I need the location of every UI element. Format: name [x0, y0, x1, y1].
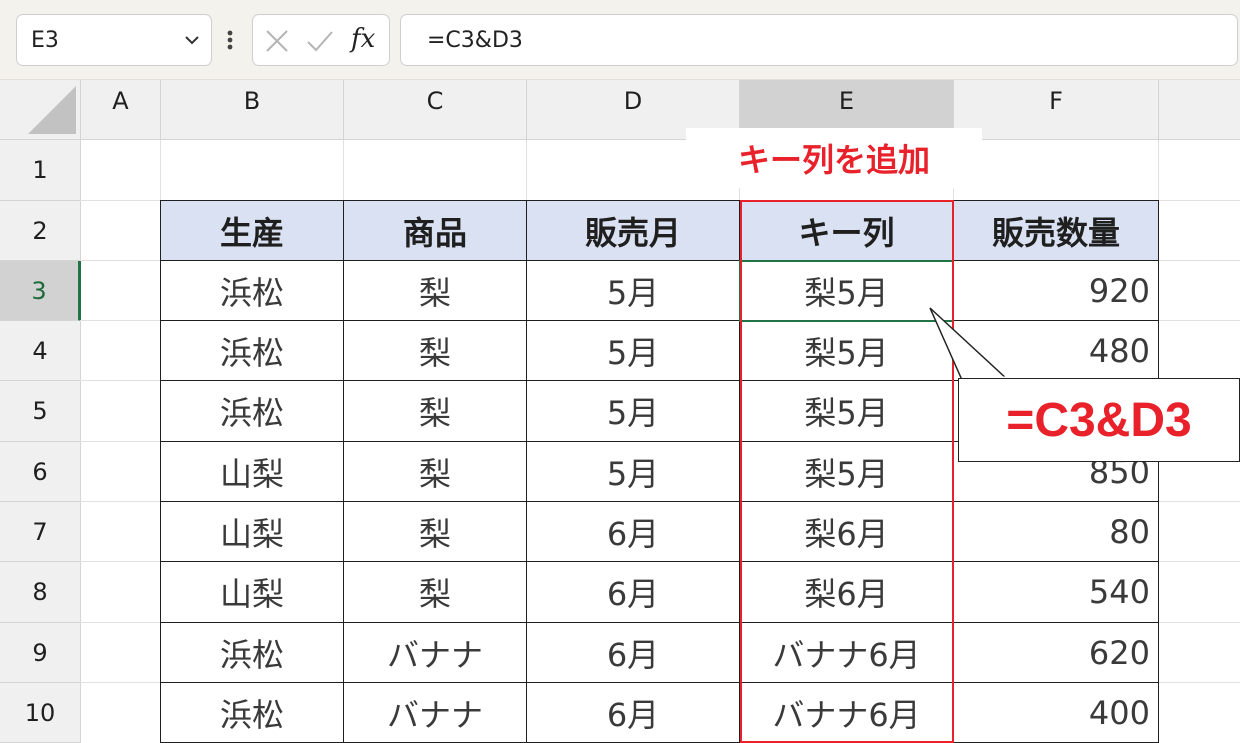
column-header-c[interactable]: C: [344, 80, 527, 140]
table-cell[interactable]: 梨: [343, 501, 527, 562]
table-cell[interactable]: 浜松: [160, 320, 344, 381]
row-header-4[interactable]: 4: [0, 321, 81, 381]
table-cell[interactable]: 梨: [343, 380, 527, 442]
column-header-bar: A B C D E F: [0, 80, 1240, 140]
table-cell[interactable]: 山梨: [160, 561, 344, 623]
table-cell[interactable]: 5月: [526, 320, 740, 381]
row-header-8[interactable]: 8: [0, 562, 81, 623]
annotation-label: キー列を追加: [686, 128, 982, 188]
enter-check-icon[interactable]: [305, 27, 335, 55]
formula-bar: E3 fx =C3&D3: [0, 0, 1240, 80]
row-header-3[interactable]: 3: [0, 261, 81, 321]
column-header-g[interactable]: [1159, 80, 1240, 140]
table-cell[interactable]: 浜松: [160, 260, 344, 321]
row-header-5[interactable]: 5: [0, 381, 81, 442]
name-box-value: E3: [31, 28, 59, 53]
table-header-cell[interactable]: 生産: [160, 200, 344, 261]
row-header-2[interactable]: 2: [0, 201, 81, 261]
formula-buttons: fx: [252, 14, 390, 66]
table-cell[interactable]: 梨: [343, 320, 527, 381]
row-header-6[interactable]: 6: [0, 442, 81, 502]
table-cell[interactable]: バナナ: [343, 622, 527, 683]
row-header-1[interactable]: 1: [0, 140, 81, 201]
table-cell[interactable]: 梨: [343, 260, 527, 321]
select-all-corner[interactable]: [0, 80, 81, 140]
formula-callout: =C3&D3: [958, 378, 1240, 462]
row-header-9[interactable]: 9: [0, 623, 81, 683]
key-column-highlight: [740, 200, 954, 743]
table-cell[interactable]: 梨: [343, 561, 527, 623]
formula-text: =C3&D3: [427, 28, 523, 53]
table-header-cell[interactable]: 商品: [343, 200, 527, 261]
table-cell[interactable]: 80: [953, 501, 1159, 562]
table-cell[interactable]: 5月: [526, 260, 740, 321]
table-cell[interactable]: 6月: [526, 561, 740, 623]
cancel-icon[interactable]: [263, 27, 291, 55]
table-cell[interactable]: 6月: [526, 682, 740, 743]
table-cell[interactable]: 浜松: [160, 622, 344, 683]
table-cell[interactable]: 5月: [526, 441, 740, 502]
chevron-down-icon[interactable]: [183, 26, 201, 54]
table-cell[interactable]: 400: [953, 682, 1159, 743]
column-header-a[interactable]: A: [81, 80, 161, 140]
callout-pointer: [929, 307, 1010, 381]
column-header-f[interactable]: F: [954, 80, 1159, 140]
table-cell[interactable]: 浜松: [160, 380, 344, 442]
row-header-10[interactable]: 10: [0, 683, 81, 743]
formula-input[interactable]: =C3&D3: [400, 14, 1238, 66]
table-cell[interactable]: 山梨: [160, 441, 344, 502]
table-cell[interactable]: 6月: [526, 622, 740, 683]
table-cell[interactable]: バナナ: [343, 682, 527, 743]
row-header-7[interactable]: 7: [0, 502, 81, 562]
table-header-cell[interactable]: 販売数量: [953, 200, 1159, 261]
table-cell[interactable]: 梨: [343, 441, 527, 502]
table-cell[interactable]: 浜松: [160, 682, 344, 743]
name-box[interactable]: E3: [16, 14, 212, 66]
more-options-icon[interactable]: [224, 22, 236, 58]
table-header-cell[interactable]: 販売月: [526, 200, 740, 261]
table-cell[interactable]: 620: [953, 622, 1159, 683]
table-cell[interactable]: 6月: [526, 501, 740, 562]
insert-function-button[interactable]: fx: [351, 24, 375, 54]
table-cell[interactable]: 山梨: [160, 501, 344, 562]
column-header-b[interactable]: B: [161, 80, 344, 140]
table-cell[interactable]: 540: [953, 561, 1159, 623]
table-cell[interactable]: 5月: [526, 380, 740, 442]
